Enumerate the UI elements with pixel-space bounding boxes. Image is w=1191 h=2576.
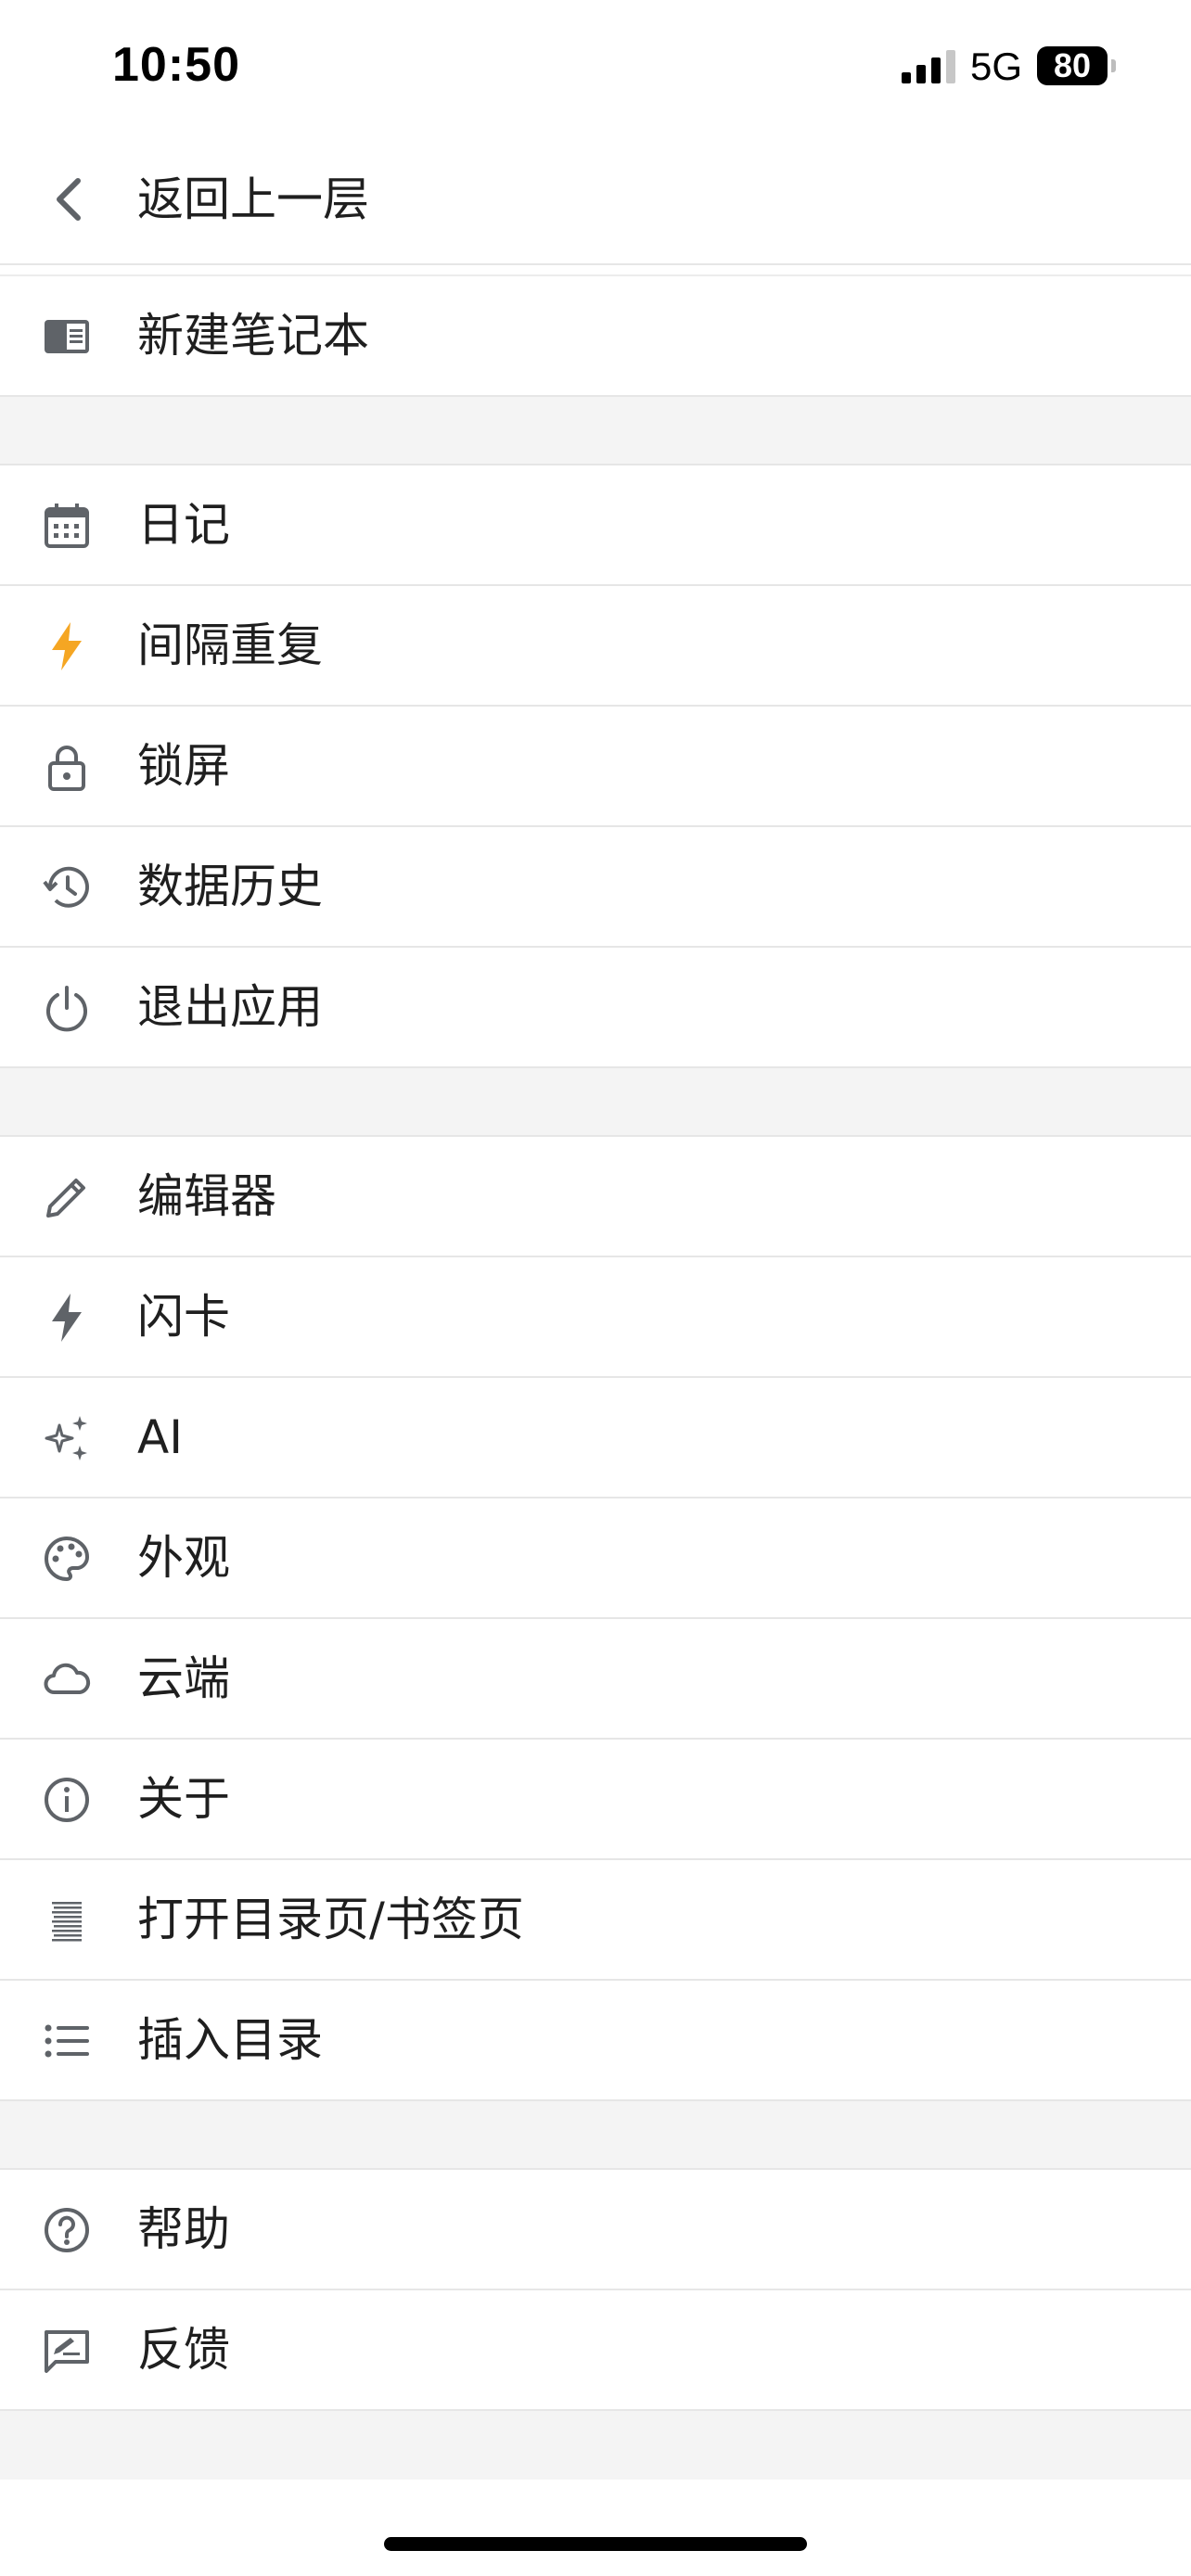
status-bar: 10:50 5G 80 [0, 0, 1191, 130]
menu-item-label: 反馈 [137, 2323, 230, 2377]
menu-item-label: 新建笔记本 [137, 309, 369, 363]
signal-icon [902, 50, 955, 83]
calendar-icon [39, 498, 95, 554]
lightning-icon [39, 618, 95, 674]
menu-item-help[interactable]: 帮助 [0, 2170, 1191, 2290]
menu-section-support: 帮助 反馈 [0, 2170, 1191, 2411]
menu-item-ai[interactable]: AI [0, 1378, 1191, 1498]
section-gap [0, 1066, 1191, 1137]
menu-item-label: 闪卡 [137, 1290, 230, 1344]
menu-item-diary[interactable]: 日记 [0, 465, 1191, 586]
pencil-icon [39, 1169, 95, 1225]
menu-item-label: 日记 [137, 498, 230, 552]
sparkle-icon [39, 1410, 95, 1466]
outline-icon [39, 1893, 95, 1948]
menu-item-label: 云端 [137, 1651, 230, 1705]
history-icon [39, 860, 95, 915]
menu-item-spaced-repetition[interactable]: 间隔重复 [0, 586, 1191, 707]
notebook-icon [39, 309, 95, 364]
menu-section-new: 新建笔记本 [0, 276, 1191, 397]
menu-item-exit-app[interactable]: 退出应用 [0, 948, 1191, 1068]
menu-section-tools: 日记 间隔重复 锁屏 数据历史 退出应用 [0, 465, 1191, 1068]
menu-item-label: 外观 [137, 1531, 230, 1585]
menu-item-label: AI [137, 1410, 183, 1464]
menu-item-data-history[interactable]: 数据历史 [0, 827, 1191, 948]
menu-item-editor[interactable]: 编辑器 [0, 1137, 1191, 1257]
list-icon [39, 2013, 95, 2069]
status-time: 10:50 [112, 38, 240, 92]
menu-item-open-outline[interactable]: 打开目录页/书签页 [0, 1860, 1191, 1981]
menu-item-label: 打开目录页/书签页 [137, 1893, 524, 1946]
menu-item-label: 关于 [137, 1772, 230, 1826]
info-icon [39, 1772, 95, 1828]
section-gap [0, 2409, 1191, 2480]
battery-indicator: 80 [1037, 46, 1108, 85]
lock-icon [39, 739, 95, 795]
menu-item-insert-toc[interactable]: 插入目录 [0, 1981, 1191, 2101]
palette-icon [39, 1531, 95, 1587]
menu-item-appearance[interactable]: 外观 [0, 1498, 1191, 1619]
help-icon [39, 2202, 95, 2258]
menu-section-settings: 编辑器 闪卡 AI 外观 云端 关于 打开目录页/书签页 插入目录 [0, 1137, 1191, 2101]
menu-item-lock-screen[interactable]: 锁屏 [0, 707, 1191, 827]
menu-item-label: 插入目录 [137, 2013, 323, 2067]
menu-item-about[interactable]: 关于 [0, 1740, 1191, 1860]
menu-item-new-notebook[interactable]: 新建笔记本 [0, 276, 1191, 397]
menu-item-label: 帮助 [137, 2202, 230, 2256]
cloud-icon [39, 1651, 95, 1707]
menu-item-label: 间隔重复 [137, 618, 323, 672]
menu-item-label: 锁屏 [137, 739, 230, 793]
back-button[interactable]: 返回上一层 [0, 148, 1191, 250]
feedback-icon [39, 2323, 95, 2378]
menu-item-flashcards[interactable]: 闪卡 [0, 1257, 1191, 1378]
divider [0, 263, 1191, 265]
menu-item-label: 数据历史 [137, 860, 323, 913]
power-icon [39, 980, 95, 1036]
network-label: 5G [970, 45, 1023, 88]
back-label: 返回上一层 [137, 172, 369, 226]
menu-item-label: 退出应用 [137, 980, 323, 1034]
section-gap [0, 2099, 1191, 2170]
menu-item-cloud[interactable]: 云端 [0, 1619, 1191, 1740]
chevron-left-icon [57, 178, 81, 221]
menu-item-label: 编辑器 [137, 1169, 276, 1223]
home-indicator[interactable] [384, 2537, 807, 2551]
battery-cap [1111, 59, 1116, 72]
menu-item-feedback[interactable]: 反馈 [0, 2290, 1191, 2411]
flash-icon [39, 1290, 95, 1345]
section-gap [0, 395, 1191, 465]
